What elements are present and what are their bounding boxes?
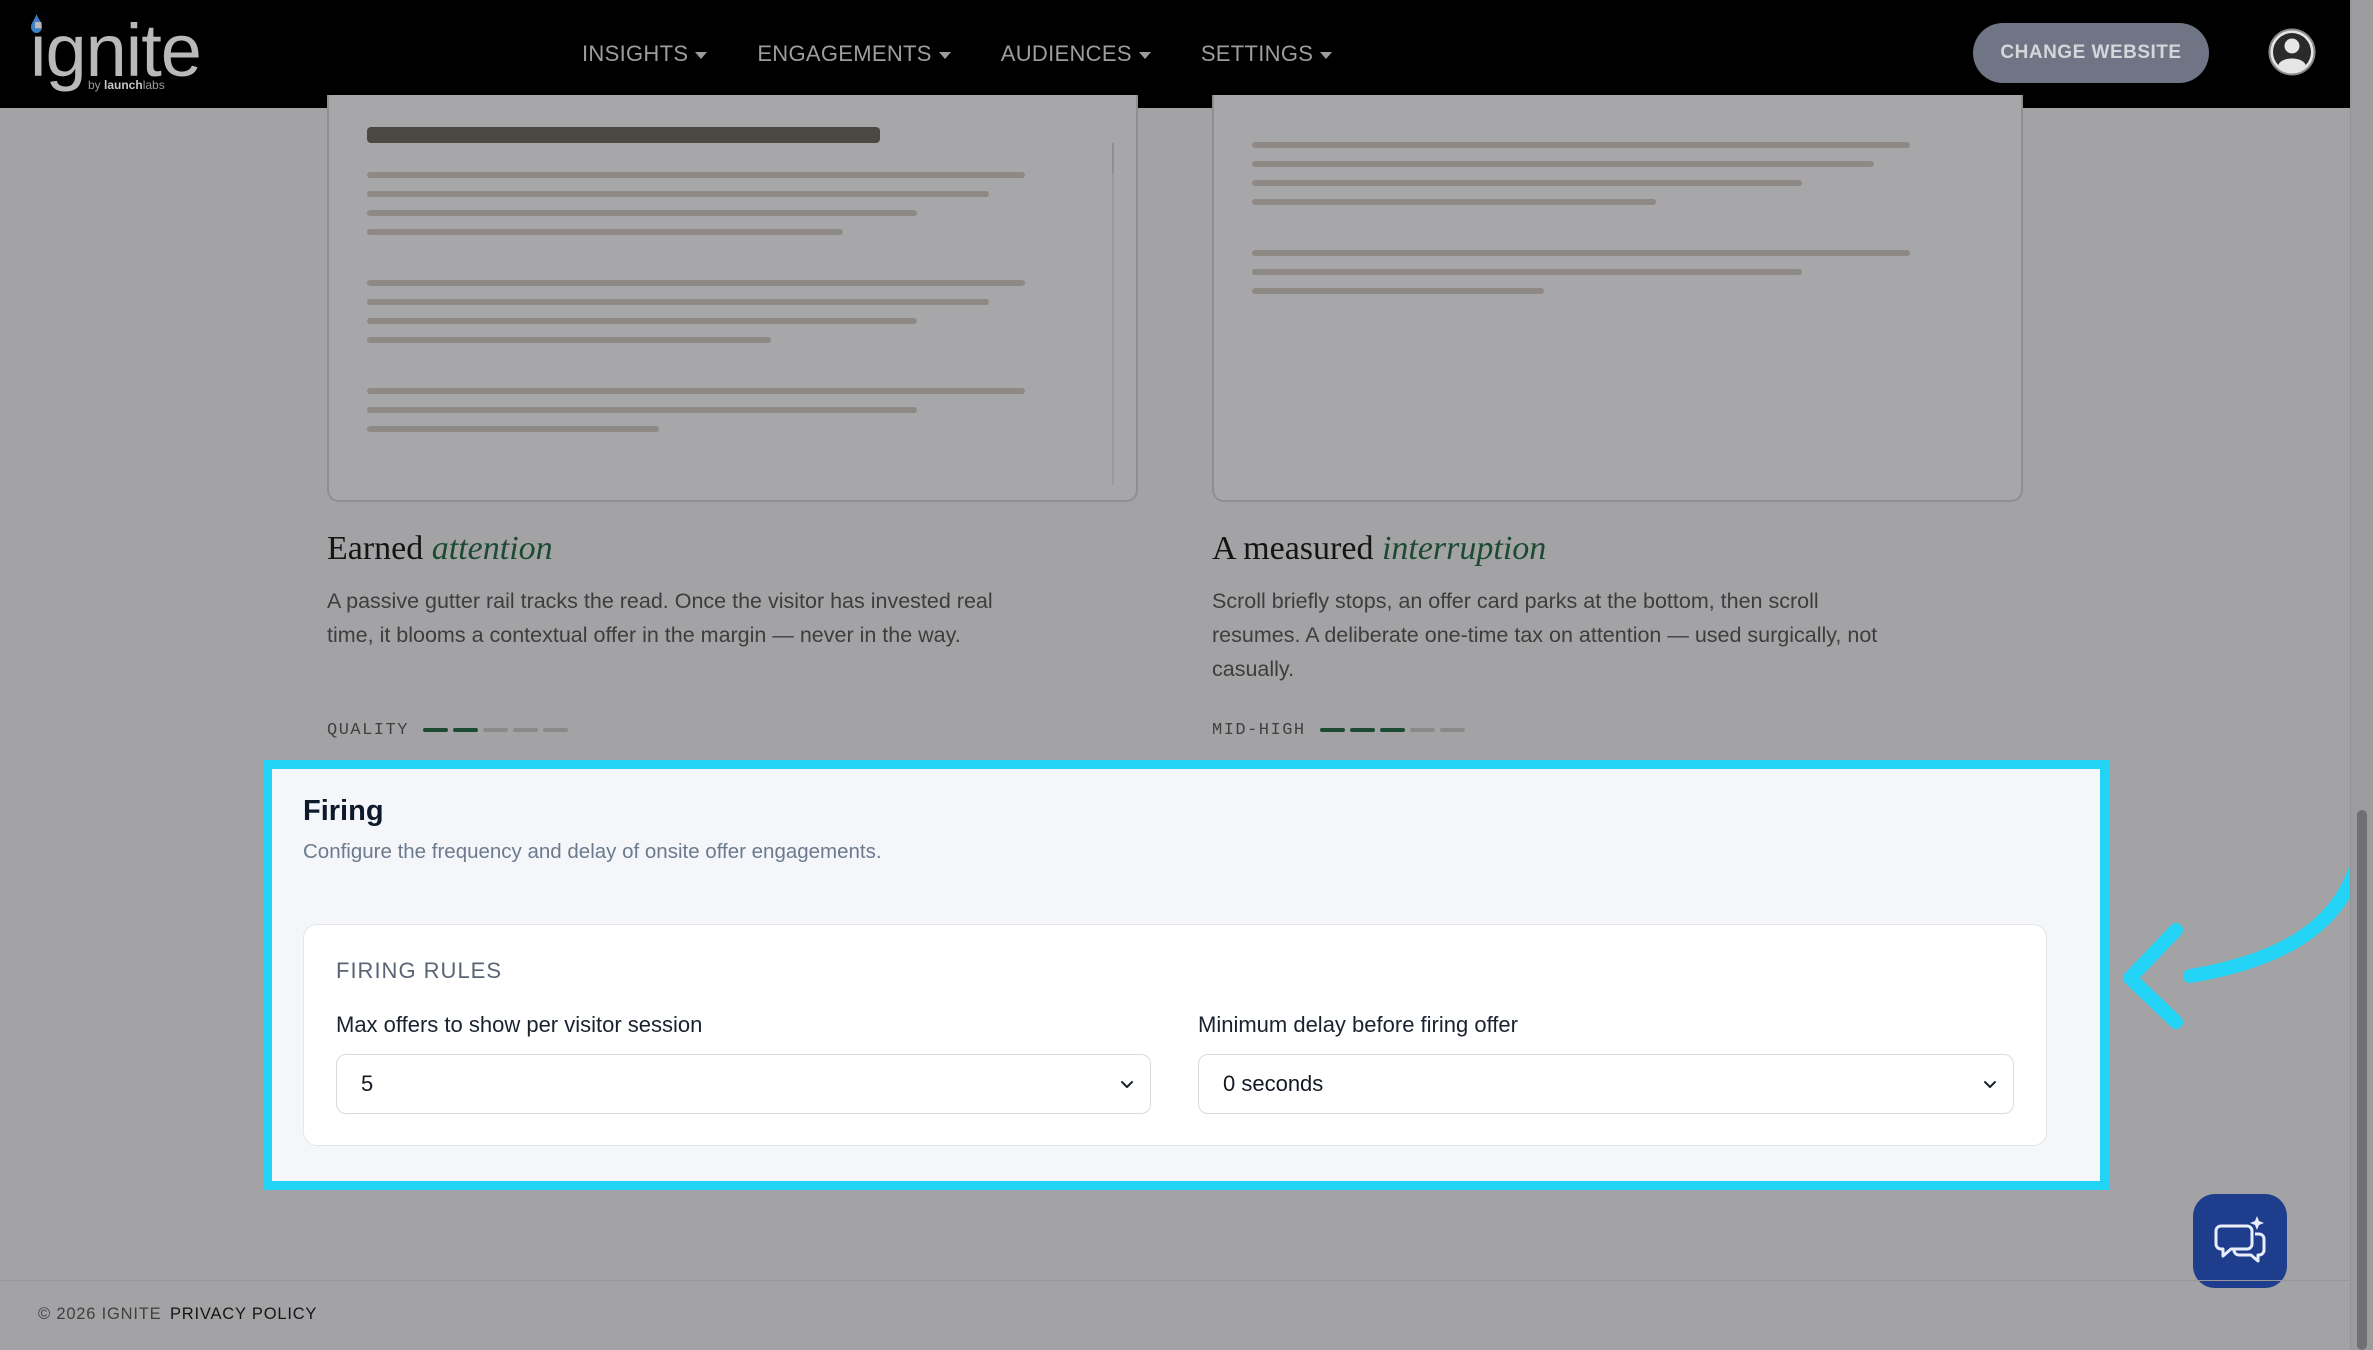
meter-dashes [1319,728,1465,732]
meter-dash-empty [482,728,508,732]
meter-dash-empty [542,728,568,732]
nav-label: INSIGHTS [582,41,689,66]
caret-down-icon [695,51,708,59]
text-line-placeholder [367,191,989,197]
copyright-text: © 2026 IGNITE [38,1305,162,1323]
meter-label: MID-HIGH [1212,720,1306,740]
nav-engagements[interactable]: ENGAGEMENTS [757,41,951,67]
main-nav: INSIGHTS ENGAGEMENTS AUDIENCES SETTINGS [582,0,1333,108]
select-value: 0 seconds [1223,1071,1324,1096]
meter-dash-filled [1349,728,1375,732]
nav-label: ENGAGEMENTS [757,41,932,66]
preview-earned-attention [327,95,1138,502]
quality-meter: MID-HIGH [1212,720,1465,740]
max-offers-select[interactable]: 5 [336,1054,1151,1114]
nav-audiences[interactable]: AUDIENCES [1001,41,1151,67]
min-delay-label: Minimum delay before firing offer [1198,1012,1518,1037]
chat-support-button[interactable] [2193,1194,2287,1288]
max-offers-label: Max offers to show per visitor session [336,1012,703,1037]
gutter-rail-marker [1112,143,1114,173]
change-website-button[interactable]: CHANGE WEBSITE [1973,23,2209,83]
select-value: 5 [361,1071,374,1096]
text-line-placeholder [367,407,917,413]
card-title-earned-attention: Earned attention [327,530,553,567]
text-line-placeholder [367,229,843,235]
text-line-placeholder [367,299,989,305]
firing-rules-heading: FIRING RULES [336,958,503,983]
logo-byline: by launchlabs [88,78,165,92]
meter-dash-empty [512,728,538,732]
nav-label: SETTINGS [1200,41,1314,66]
text-line-placeholder [1252,142,1910,148]
text-line-placeholder [367,388,1025,394]
preview-title-placeholder [367,127,880,143]
meter-dash-filled [1379,728,1405,732]
text-line-placeholder [1252,269,1802,275]
privacy-policy-link[interactable]: PRIVACY POLICY [170,1305,317,1324]
text-line-placeholder [367,280,1025,286]
meter-dash-filled [1319,728,1345,732]
meter-dash-filled [452,728,478,732]
card-description: A passive gutter rail tracks the read. O… [327,589,993,647]
preview-measured-interruption [1212,95,2023,502]
text-line-placeholder [1252,161,1874,167]
card-description: Scroll briefly stops, an offer card park… [1212,589,1878,681]
gutter-rail [1112,173,1114,485]
nav-label: AUDIENCES [1000,41,1132,66]
chevron-down-icon [1984,1081,1996,1088]
caret-down-icon [1138,51,1151,59]
text-line-placeholder [1252,199,1656,205]
quality-meter: QUALITY [327,720,568,740]
caret-down-icon [1320,51,1333,59]
meter-label: QUALITY [327,720,409,740]
meter-dash-filled [422,728,448,732]
min-delay-select[interactable]: 0 seconds [1198,1054,2014,1114]
chevron-down-icon [1121,1081,1133,1088]
text-line-placeholder [367,337,771,343]
text-line-placeholder [367,318,917,324]
text-line-placeholder [1252,288,1544,294]
ignite-logo[interactable]: ignite by launchlabs [30,10,205,95]
card-title-measured-interruption: A measured interruption [1212,530,1547,567]
user-avatar-icon[interactable] [2268,28,2316,76]
section-subtitle: Configure the frequency and delay of ons… [303,840,882,863]
meter-dash-empty [1439,728,1465,732]
meter-dashes [422,728,568,732]
scrollbar-thumb[interactable] [2357,810,2367,1350]
section-title: Firing [303,795,384,827]
text-line-placeholder [367,426,659,432]
nav-insights[interactable]: INSIGHTS [582,41,708,67]
text-line-placeholder [367,210,917,216]
chat-bubbles-icon [2214,1216,2266,1263]
text-line-placeholder [1252,250,1910,256]
top-navbar: ignite by launchlabs INSIGHTS ENGAGEMENT… [0,0,2350,108]
caret-down-icon [938,51,951,59]
text-line-placeholder [367,172,1025,178]
nav-settings[interactable]: SETTINGS [1200,41,1333,67]
text-line-placeholder [1252,180,1802,186]
annotation-arrow-icon [2123,855,2365,1029]
page-footer: © 2026 IGNITE PRIVACY POLICY [0,1280,2350,1350]
meter-dash-empty [1409,728,1435,732]
